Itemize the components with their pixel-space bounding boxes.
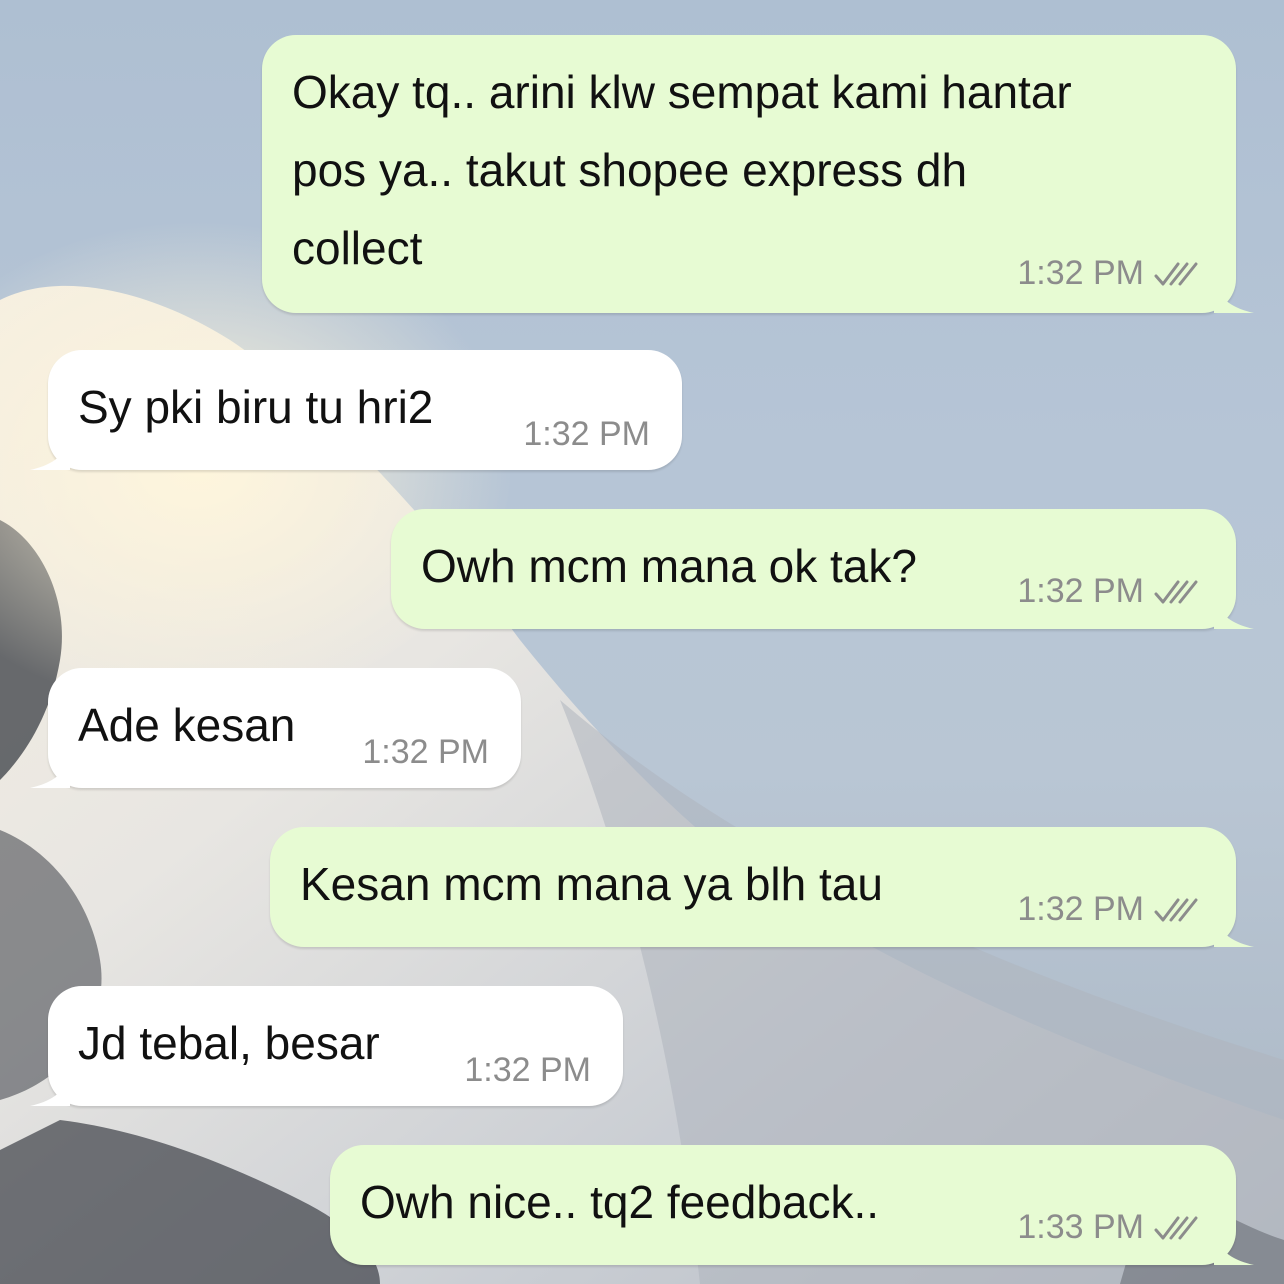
message-meta: 1:32 PM	[464, 1050, 591, 1090]
message-text: Kesan mcm mana ya blh tau	[300, 858, 883, 910]
incoming-message-bubble[interactable]: Jd tebal, besar 1:32 PM	[48, 986, 623, 1106]
double-check-icon	[1154, 258, 1200, 288]
message-text: Jd tebal, besar	[78, 1017, 380, 1069]
double-check-icon	[1154, 1212, 1200, 1242]
message-timestamp: 1:32 PM	[464, 1051, 591, 1089]
message-text: Ade kesan	[78, 699, 296, 751]
incoming-message-bubble[interactable]: Sy pki biru tu hri2 1:32 PM	[48, 350, 682, 470]
message-meta: 1:32 PM	[1017, 571, 1200, 611]
message-meta: 1:32 PM	[523, 414, 650, 454]
message-meta: 1:33 PM	[1017, 1207, 1200, 1247]
message-meta: 1:32 PM	[1017, 253, 1200, 293]
message-text: Owh nice.. tq2 feedback..	[360, 1176, 880, 1228]
message-timestamp: 1:32 PM	[523, 415, 650, 453]
message-meta: 1:32 PM	[1017, 889, 1200, 929]
incoming-message-bubble[interactable]: Ade kesan 1:32 PM	[48, 668, 521, 788]
double-check-icon	[1154, 894, 1200, 924]
message-meta: 1:32 PM	[362, 732, 489, 772]
message-timestamp: 1:33 PM	[1017, 1208, 1144, 1246]
outgoing-message-bubble[interactable]: Owh mcm mana ok tak? 1:32 PM	[391, 509, 1236, 629]
message-text: Sy pki biru tu hri2	[78, 381, 434, 433]
message-timestamp: 1:32 PM	[362, 733, 489, 771]
message-timestamp: 1:32 PM	[1017, 254, 1144, 292]
message-timestamp: 1:32 PM	[1017, 890, 1144, 928]
outgoing-message-bubble[interactable]: Owh nice.. tq2 feedback.. 1:33 PM	[330, 1145, 1236, 1265]
message-text: Owh mcm mana ok tak?	[421, 540, 917, 592]
outgoing-message-bubble[interactable]: Okay tq.. arini klw sempat kami hantar p…	[262, 35, 1236, 313]
message-text: Okay tq.. arini klw sempat kami hantar p…	[292, 66, 1072, 274]
outgoing-message-bubble[interactable]: Kesan mcm mana ya blh tau 1:32 PM	[270, 827, 1236, 947]
double-check-icon	[1154, 576, 1200, 606]
message-timestamp: 1:32 PM	[1017, 572, 1144, 610]
